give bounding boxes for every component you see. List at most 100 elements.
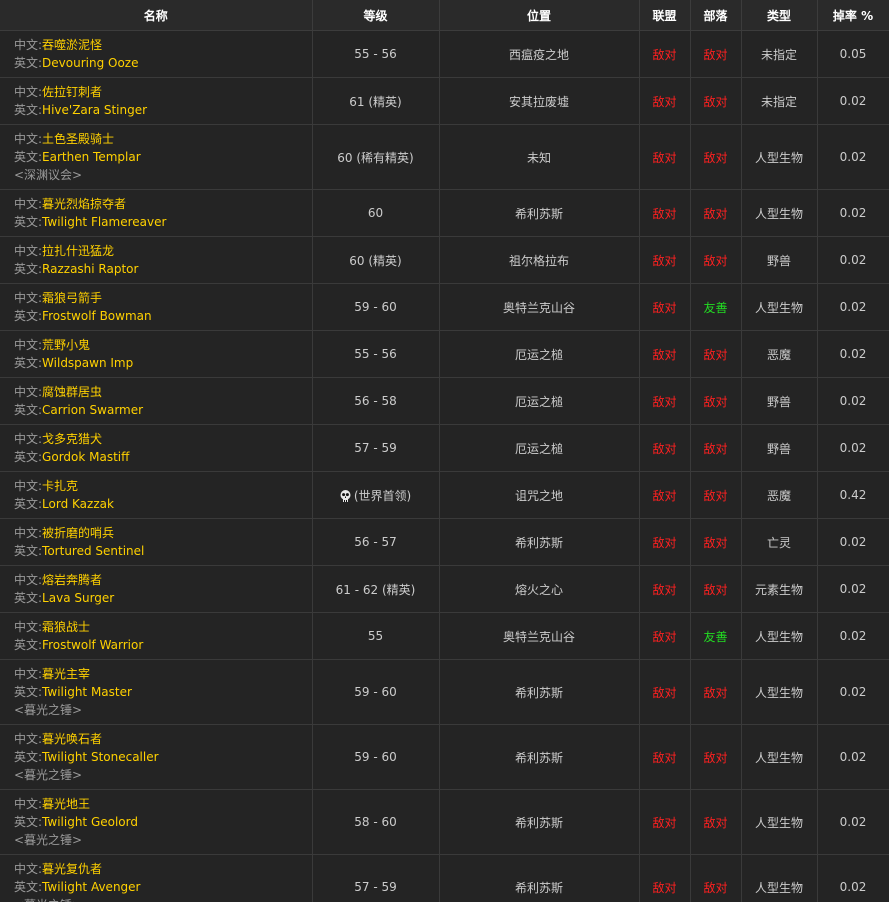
en-label: 英文:	[14, 750, 43, 764]
npc-location[interactable]: 诅咒之地	[439, 471, 640, 519]
en-label: 英文:	[14, 56, 43, 70]
npc-name-en[interactable]: Gordok Mastiff	[42, 450, 129, 464]
drop-rate: 0.02	[817, 377, 889, 425]
npc-type: 恶魔	[741, 330, 818, 378]
table-row[interactable]: 中文:佐拉钉刺者 英文:Hive'Zara Stinger 61 (精英) 安其…	[0, 77, 889, 125]
npc-location[interactable]: 厄运之槌	[439, 424, 640, 472]
npc-name-cn[interactable]: 戈多克猎犬	[42, 432, 102, 446]
npc-name-en[interactable]: Hive'Zara Stinger	[42, 103, 147, 117]
npc-name-cn[interactable]: 土色圣殿骑士	[42, 132, 114, 146]
npc-level-text: 59 - 60	[354, 750, 397, 764]
drop-rate: 0.02	[817, 236, 889, 284]
drop-rate: 0.02	[817, 189, 889, 237]
npc-type: 野兽	[741, 377, 818, 425]
npc-location[interactable]: 希利苏斯	[439, 189, 640, 237]
npc-name-en[interactable]: Tortured Sentinel	[42, 544, 144, 558]
column-header-location[interactable]: 位置	[439, 0, 640, 31]
npc-name-en[interactable]: Wildspawn Imp	[42, 356, 133, 370]
npc-level: 56 - 57	[312, 518, 440, 566]
table-row[interactable]: 中文:土色圣殿骑士 英文:Earthen Templar <深渊议会> 60 (…	[0, 124, 889, 190]
table-row[interactable]: 中文:暮光复仇者 英文:Twilight Avenger <暮光之锤> 57 -…	[0, 854, 889, 902]
table-row[interactable]: 中文:戈多克猎犬 英文:Gordok Mastiff 57 - 59 厄运之槌 …	[0, 424, 889, 472]
npc-location[interactable]: 奥特兰克山谷	[439, 612, 640, 660]
table-row[interactable]: 中文:腐蚀群居虫 英文:Carrion Swarmer 56 - 58 厄运之槌…	[0, 377, 889, 425]
table-row[interactable]: 中文:暮光主宰 英文:Twilight Master <暮光之锤> 59 - 6…	[0, 659, 889, 725]
npc-type: 元素生物	[741, 565, 818, 613]
npc-name-cn[interactable]: 拉扎什迅猛龙	[42, 244, 114, 258]
npc-faction-tag: <暮光之锤>	[14, 833, 83, 847]
npc-type: 未指定	[741, 30, 818, 78]
npc-type: 未指定	[741, 77, 818, 125]
npc-location[interactable]: 希利苏斯	[439, 659, 640, 725]
horde-reaction: 敌对	[690, 189, 742, 237]
npc-type: 人型生物	[741, 659, 818, 725]
table-row[interactable]: 中文:熔岩奔腾者 英文:Lava Surger 61 - 62 (精英) 熔火之…	[0, 565, 889, 613]
column-header-name[interactable]: 名称	[0, 0, 313, 31]
npc-location[interactable]: 奥特兰克山谷	[439, 283, 640, 331]
npc-name-en[interactable]: Lord Kazzak	[42, 497, 114, 511]
npc-name-cn[interactable]: 吞噬淤泥怪	[42, 38, 102, 52]
npc-name-en[interactable]: Devouring Ooze	[42, 56, 138, 70]
npc-name-cn[interactable]: 霜狼弓箭手	[42, 291, 102, 305]
npc-name-cn[interactable]: 霜狼战士	[42, 620, 90, 634]
horde-reaction: 友善	[690, 612, 742, 660]
npc-location[interactable]: 希利苏斯	[439, 518, 640, 566]
npc-name-en[interactable]: Carrion Swarmer	[42, 403, 143, 417]
column-header-type[interactable]: 类型	[741, 0, 818, 31]
table-row[interactable]: 中文:被折磨的哨兵 英文:Tortured Sentinel 56 - 57 希…	[0, 518, 889, 566]
npc-name-cn[interactable]: 暮光复仇者	[42, 862, 102, 876]
npc-name-en[interactable]: Frostwolf Bowman	[42, 309, 152, 323]
npc-name-en[interactable]: Twilight Flamereaver	[42, 215, 166, 229]
npc-location[interactable]: 未知	[439, 124, 640, 190]
npc-location[interactable]: 希利苏斯	[439, 789, 640, 855]
table-row[interactable]: 中文:暮光烈焰掠夺者 英文:Twilight Flamereaver 60 希利…	[0, 189, 889, 237]
npc-name-en[interactable]: Twilight Stonecaller	[42, 750, 159, 764]
npc-name-cn[interactable]: 荒野小鬼	[42, 338, 90, 352]
table-row[interactable]: 中文:暮光地王 英文:Twilight Geolord <暮光之锤> 58 - …	[0, 789, 889, 855]
column-header-level[interactable]: 等级	[312, 0, 440, 31]
npc-name-cn[interactable]: 熔岩奔腾者	[42, 573, 102, 587]
table-row[interactable]: 中文:吞噬淤泥怪 英文:Devouring Ooze 55 - 56 西瘟疫之地…	[0, 30, 889, 78]
npc-name-cn[interactable]: 暮光唤石者	[42, 732, 102, 746]
npc-level: 59 - 60	[312, 724, 440, 790]
npc-name-cn[interactable]: 被折磨的哨兵	[42, 526, 114, 540]
npc-location[interactable]: 希利苏斯	[439, 854, 640, 902]
npc-type: 恶魔	[741, 471, 818, 519]
npc-name-en[interactable]: Razzashi Raptor	[42, 262, 138, 276]
npc-location[interactable]: 希利苏斯	[439, 724, 640, 790]
table-row[interactable]: 中文:荒野小鬼 英文:Wildspawn Imp 55 - 56 厄运之槌 敌对…	[0, 330, 889, 378]
npc-level: 61 - 62 (精英)	[312, 565, 440, 613]
npc-type: 人型生物	[741, 724, 818, 790]
column-header-horde[interactable]: 部落	[690, 0, 742, 31]
npc-location[interactable]: 厄运之槌	[439, 377, 640, 425]
npc-name-en[interactable]: Twilight Geolord	[42, 815, 138, 829]
horde-reaction: 敌对	[690, 724, 742, 790]
table-row[interactable]: 中文:霜狼弓箭手 英文:Frostwolf Bowman 59 - 60 奥特兰…	[0, 283, 889, 331]
table-row[interactable]: 中文:卡扎克 英文:Lord Kazzak (世界首领) 诅咒之地 敌对 敌对 …	[0, 471, 889, 519]
npc-location[interactable]: 安其拉废墟	[439, 77, 640, 125]
cn-label: 中文:	[14, 667, 43, 681]
npc-name-cn[interactable]: 腐蚀群居虫	[42, 385, 102, 399]
npc-location[interactable]: 厄运之槌	[439, 330, 640, 378]
npc-name-cn[interactable]: 暮光地王	[42, 797, 90, 811]
npc-type: 野兽	[741, 236, 818, 284]
column-header-alliance[interactable]: 联盟	[639, 0, 691, 31]
alliance-reaction: 敌对	[639, 377, 691, 425]
npc-location[interactable]: 熔火之心	[439, 565, 640, 613]
npc-location[interactable]: 祖尔格拉布	[439, 236, 640, 284]
table-row[interactable]: 中文:拉扎什迅猛龙 英文:Razzashi Raptor 60 (精英) 祖尔格…	[0, 236, 889, 284]
table-row[interactable]: 中文:暮光唤石者 英文:Twilight Stonecaller <暮光之锤> …	[0, 724, 889, 790]
npc-name-en[interactable]: Frostwolf Warrior	[42, 638, 143, 652]
npc-location[interactable]: 西瘟疫之地	[439, 30, 640, 78]
npc-name-cn[interactable]: 卡扎克	[42, 479, 78, 493]
npc-name-cn[interactable]: 暮光主宰	[42, 667, 90, 681]
npc-name-en[interactable]: Earthen Templar	[42, 150, 141, 164]
npc-type: 人型生物	[741, 283, 818, 331]
column-header-drop-rate[interactable]: 掉率 %	[817, 0, 889, 31]
table-row[interactable]: 中文:霜狼战士 英文:Frostwolf Warrior 55 奥特兰克山谷 敌…	[0, 612, 889, 660]
npc-name-cn[interactable]: 佐拉钉刺者	[42, 85, 102, 99]
npc-name-en[interactable]: Twilight Avenger	[42, 880, 140, 894]
npc-name-en[interactable]: Lava Surger	[42, 591, 114, 605]
npc-name-cn[interactable]: 暮光烈焰掠夺者	[42, 197, 126, 211]
npc-name-en[interactable]: Twilight Master	[42, 685, 132, 699]
